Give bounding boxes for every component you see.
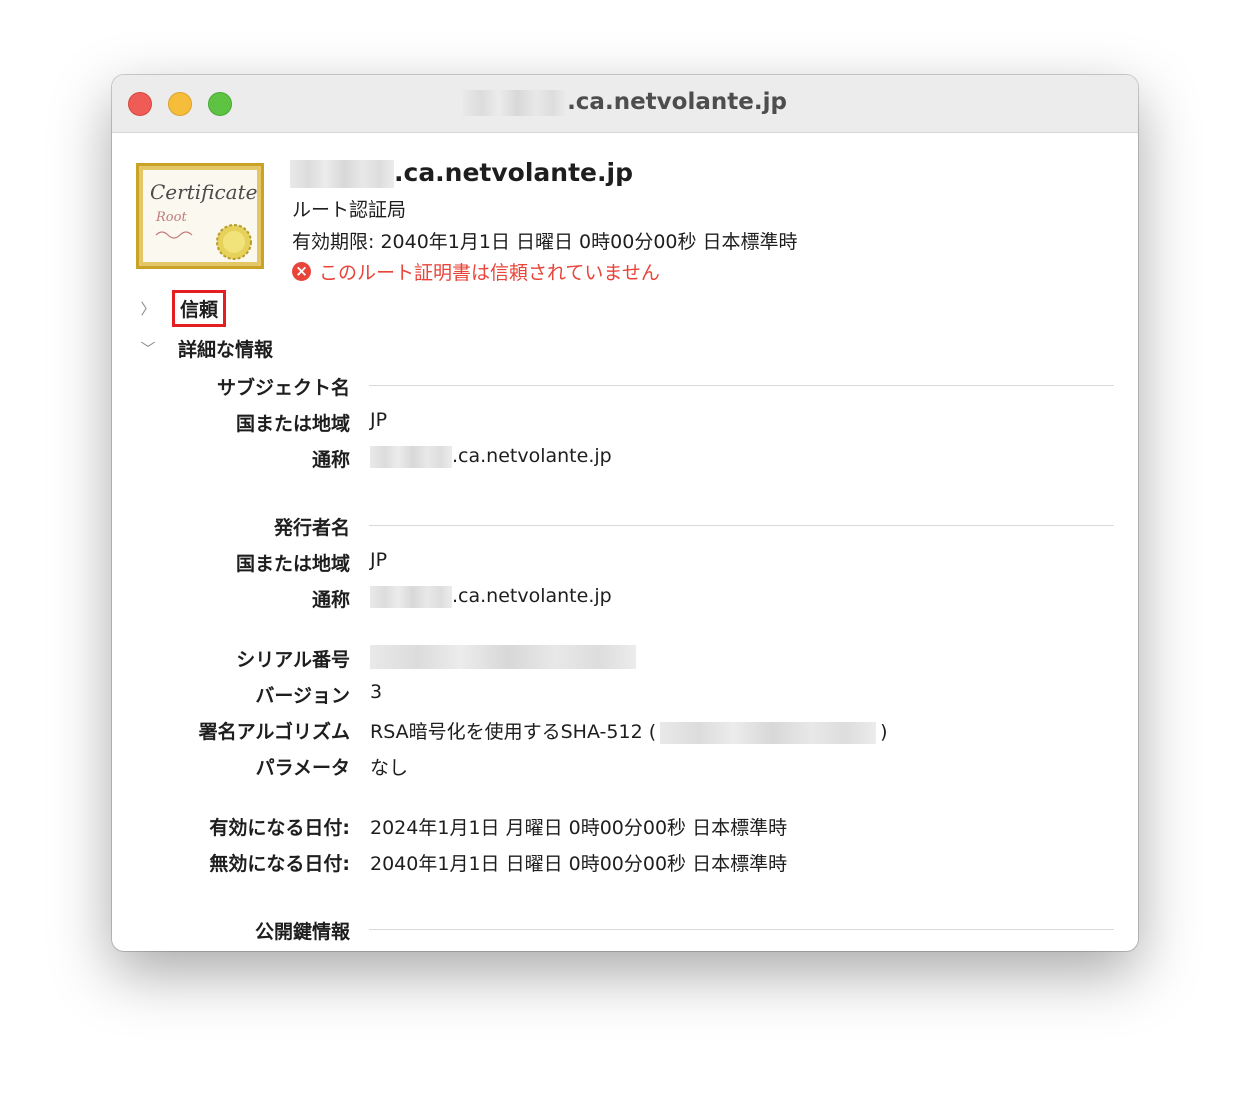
redacted-serial (370, 645, 636, 669)
not-after-label: 無効になる日付: (209, 853, 350, 875)
error-x-icon: × (292, 262, 311, 281)
subject-country-label: 国または地域 (235, 413, 350, 435)
window-title-text: .ca.netvolante.jp (567, 89, 787, 115)
sigalg-value: RSA暗号化を使用するSHA-512 () (370, 717, 888, 744)
certificate-name-text: .ca.netvolante.jp (394, 158, 633, 187)
trust-warning: × このルート証明書は信頼されていません (292, 258, 660, 285)
certificate-type: ルート認証局 (292, 199, 407, 221)
redacted-hostname (290, 160, 394, 188)
params-label: パラメータ (255, 757, 350, 779)
sigalg-close: ) (880, 721, 888, 743)
subject-cn-value: .ca.netvolante.jp (370, 445, 612, 468)
details-section-label[interactable]: 詳細な情報 (178, 335, 273, 362)
certificate-window: .ca.netvolante.jp Certificate Root .ca.n… (112, 75, 1138, 951)
subject-cn-text: .ca.netvolante.jp (452, 445, 612, 467)
trust-disclosure[interactable]: 〉 信頼 (136, 290, 227, 327)
pubkey-header-row: 公開鍵情報 (112, 917, 1138, 947)
divider (369, 385, 1114, 386)
certificate-name: .ca.netvolante.jp (290, 158, 633, 188)
issuer-country-label: 国または地域 (235, 553, 350, 575)
pubkey-header: 公開鍵情報 (254, 921, 350, 943)
redacted-hostname (370, 585, 452, 608)
issuer-cn-row: 通称 .ca.netvolante.jp (112, 585, 1138, 615)
params-value: なし (370, 757, 409, 779)
not-before-row: 有効になる日付: 2024年1月1日 月曜日 0時00分00秒 日本標準時 (112, 813, 1138, 843)
not-after-value: 2040年1月1日 日曜日 0時00分00秒 日本標準時 (370, 853, 788, 875)
certificate-icon-subtitle: Root (155, 210, 187, 225)
divider (369, 929, 1114, 930)
trust-warning-text: このルート証明書は信頼されていません (319, 262, 660, 284)
trust-section-label[interactable]: 信頼 (172, 290, 227, 327)
version-row: バージョン 3 (112, 681, 1138, 711)
issuer-country-value: JP (370, 549, 388, 571)
not-after-row: 無効になる日付: 2040年1月1日 日曜日 0時00分00秒 日本標準時 (112, 849, 1138, 879)
chevron-right-icon[interactable]: 〉 (136, 298, 160, 319)
issuer-country-row: 国または地域 JP (112, 549, 1138, 579)
serial-value (370, 645, 636, 669)
not-before-value: 2024年1月1日 月曜日 0時00分00秒 日本標準時 (370, 817, 788, 839)
certificate-icon: Certificate Root (136, 163, 264, 269)
issuer-cn-label: 通称 (311, 589, 350, 611)
subject-cn-row: 通称 .ca.netvolante.jp (112, 445, 1138, 475)
subject-header-row: サブジェクト名 (112, 373, 1138, 403)
issuer-header-row: 発行者名 (112, 513, 1138, 543)
details-disclosure[interactable]: ﹀ 詳細な情報 (136, 335, 273, 362)
issuer-header: 発行者名 (273, 517, 350, 539)
certificate-icon-title: Certificate (150, 180, 257, 204)
version-value: 3 (370, 681, 383, 703)
title-bar[interactable]: .ca.netvolante.jp (112, 75, 1138, 133)
version-label: バージョン (255, 685, 350, 707)
issuer-cn-value: .ca.netvolante.jp (370, 585, 612, 608)
subject-header: サブジェクト名 (216, 377, 350, 399)
divider (369, 525, 1114, 526)
redacted-hostname (463, 89, 568, 116)
subject-country-row: 国または地域 JP (112, 409, 1138, 439)
certificate-expiry: 有効期限: 2040年1月1日 日曜日 0時00分00秒 日本標準時 (292, 231, 798, 253)
redacted-oid (660, 721, 877, 744)
not-before-label: 有効になる日付: (209, 817, 350, 839)
subject-cn-label: 通称 (311, 449, 350, 471)
serial-row: シリアル番号 (112, 645, 1138, 675)
window-title: .ca.netvolante.jp (112, 89, 1138, 116)
redacted-hostname (370, 445, 452, 468)
sigalg-text: RSA暗号化を使用するSHA-512 ( (370, 721, 657, 743)
sigalg-row: 署名アルゴリズム RSA暗号化を使用するSHA-512 () (112, 717, 1138, 747)
issuer-cn-text: .ca.netvolante.jp (452, 585, 612, 607)
chevron-down-icon[interactable]: ﹀ (136, 338, 160, 359)
params-row: パラメータ なし (112, 753, 1138, 783)
serial-label: シリアル番号 (236, 649, 350, 671)
sigalg-label: 署名アルゴリズム (198, 721, 350, 743)
subject-country-value: JP (370, 409, 388, 431)
